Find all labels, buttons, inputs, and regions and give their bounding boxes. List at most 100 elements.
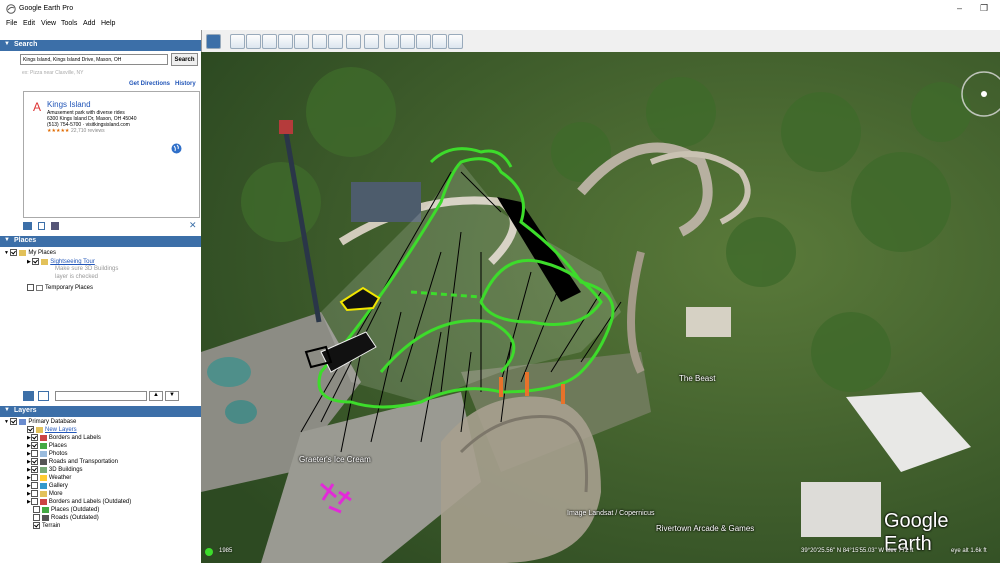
roads-icon [42,514,49,521]
layer-item[interactable]: ▶ Borders and Labels [27,434,101,442]
menu-edit[interactable]: Edit [23,20,35,27]
search-hint: ex: Pizza near Claxville, NY [22,70,84,76]
folder-icon [19,249,27,256]
imagery-credit: Image Landsat / Copernicus [567,510,655,517]
layer-item[interactable]: ▶ Roads and Transportation [27,458,118,466]
roads-icon [39,458,47,465]
layer-item[interactable]: ▼ Primary Database [4,418,76,426]
layer-item[interactable]: Roads (Outdated) [33,514,99,522]
collapse-triangle-icon: ▼ [4,41,10,47]
search-button[interactable]: Search [171,53,198,66]
layer-item[interactable]: ▶ Borders and Labels (Outdated) [27,498,131,506]
borders-icon [39,498,47,505]
time-icon[interactable] [205,548,213,556]
record-tour-icon[interactable] [294,34,309,49]
collapse-triangle-icon: ▼ [4,407,10,413]
database-icon [19,418,27,425]
folder-icon [41,258,49,265]
sun-icon[interactable] [328,34,343,49]
window-title: Google Earth Pro [19,5,74,12]
print-small-icon[interactable] [51,222,59,230]
email-icon[interactable] [384,34,399,49]
tree-row-my-places[interactable]: ▼ My Places [4,249,56,257]
panel-toggle-icon[interactable] [38,391,49,401]
planets-icon[interactable] [346,34,361,49]
places-section-header[interactable]: ▼ Places [0,236,201,247]
placemark-icon[interactable] [230,34,245,49]
ruler-icon[interactable] [364,34,379,49]
result-reviews: 22,710 reviews [71,128,105,134]
folder-icon [39,490,47,497]
save-image-icon[interactable] [416,34,431,49]
close-search-icon[interactable]: ✕ [189,220,197,231]
imagery-year: 1985 [219,548,233,554]
restore-button[interactable]: ❐ [980,3,988,14]
copy-icon[interactable] [38,222,45,230]
folder-icon[interactable] [23,222,32,230]
minimize-button[interactable]: – [957,3,962,13]
menu-bar: File Edit View Tools Add Help [0,18,1000,30]
layer-item[interactable]: ▶ Photos [27,450,68,458]
layer-item[interactable]: Terrain [33,522,60,530]
map-label-beast[interactable]: The Beast [679,374,715,383]
buildings-icon [39,466,47,473]
layer-search-input[interactable] [55,391,147,401]
search-input[interactable] [20,54,168,65]
earth-icon[interactable] [448,34,463,49]
result-name-link[interactable]: Kings Island [47,100,91,109]
get-directions-link[interactable]: Get Directions [129,81,170,87]
google-earth-logo-icon [6,4,16,14]
search-section-header[interactable]: ▼ Search [0,40,201,51]
status-bar: 1985 39°20'25.56" N 84°15'55.03" W elev … [201,546,1000,563]
borders-icon [39,434,47,441]
folder-icon [36,426,43,433]
image-overlay-icon[interactable] [278,34,293,49]
title-bar: Google Earth Pro – ❐ [0,0,1000,18]
map-view[interactable]: The Beast Graeter's Ice Cream Rivertown … [201,52,1000,563]
menu-add[interactable]: Add [83,20,95,27]
menu-help[interactable]: Help [101,20,115,27]
layers-section-header[interactable]: ▼ Layers [0,406,201,417]
photos-icon [39,450,47,457]
polygon-icon[interactable] [246,34,261,49]
layer-item[interactable]: ▶ Gallery [27,482,68,490]
historical-imagery-icon[interactable] [312,34,327,49]
toolbar [200,30,1000,53]
menu-file[interactable]: File [6,20,17,27]
eye-altitude: eye alt 1.6k ft [951,548,987,554]
gallery-icon [39,482,47,489]
move-down-button[interactable]: ▼ [165,391,179,401]
layer-item[interactable]: Places (Outdated) [33,506,99,514]
path-icon[interactable] [262,34,277,49]
layer-item[interactable]: ▶ Places [27,442,67,450]
tree-row-temporary-places[interactable]: Temporary Places [27,284,93,292]
search-result-panel: A Kings Island Amusement park with diver… [23,91,200,218]
move-up-button[interactable]: ▲ [149,391,163,401]
print-icon[interactable] [400,34,415,49]
layer-item[interactable]: New Layers [27,426,77,434]
places-note-line2: layer is checked [55,274,99,280]
menu-view[interactable]: View [41,20,56,27]
weather-icon [39,474,47,481]
map-label-arcade[interactable]: Rivertown Arcade & Games [656,524,754,533]
history-link[interactable]: History [175,81,196,87]
places-icon [39,442,47,449]
search-places-icon[interactable] [23,391,34,401]
view-in-maps-icon[interactable] [432,34,447,49]
map-label-icecream[interactable]: Graeter's Ice Cream [299,455,371,464]
collapse-triangle-icon: ▼ [4,237,10,243]
result-marker-icon: A [33,100,42,114]
result-stars: ★★★★★ [47,128,70,134]
layer-item[interactable]: ▶ More [27,490,63,498]
layer-item[interactable]: ▶ 3D Buildings [27,466,83,474]
coordinate-readout: 39°20'25.56" N 84°15'55.03" W elev 772 f… [801,548,914,554]
layer-item[interactable]: ▶ Weather [27,474,71,482]
places-icon [42,506,49,513]
satellite-imagery[interactable] [201,52,1000,563]
globe-icon[interactable] [171,143,182,154]
menu-tools[interactable]: Tools [61,20,77,27]
sidebar-toggle-button[interactable] [206,34,221,49]
tree-row-sightseeing[interactable]: ▶ Sightseeing Tour [27,258,95,266]
folder-icon [36,284,43,291]
places-note-line1: Make sure 3D Buildings [55,266,119,272]
